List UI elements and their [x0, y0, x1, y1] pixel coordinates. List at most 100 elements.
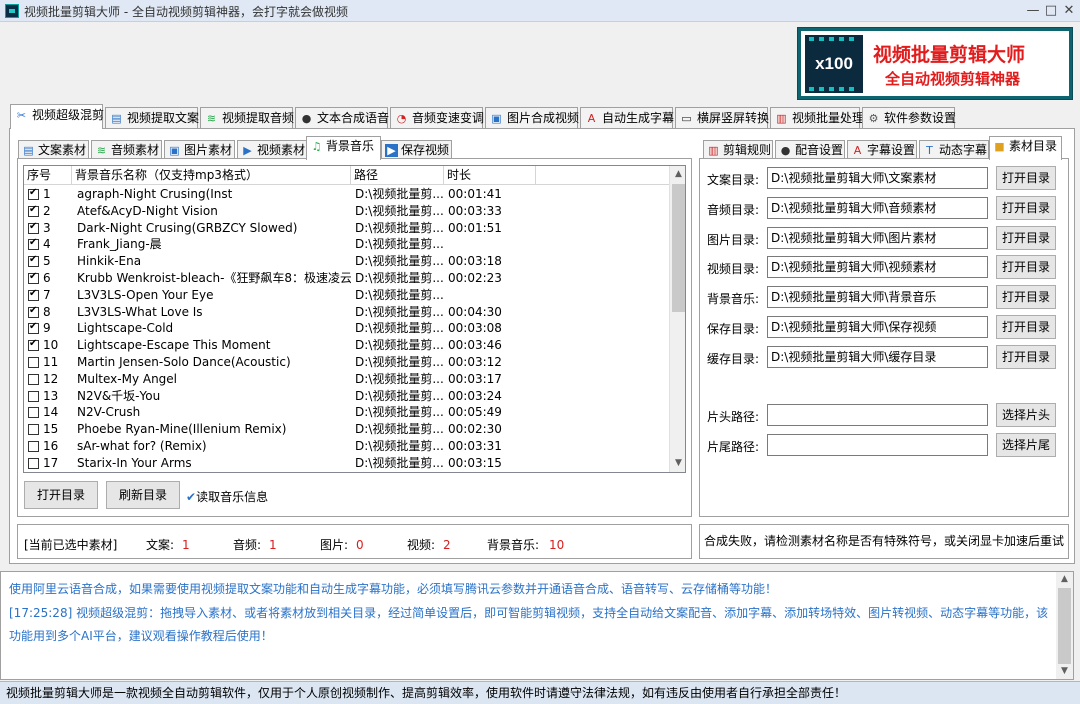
scroll-down-icon[interactable]: ▼	[1057, 664, 1072, 679]
subtab-subtitle-settings[interactable]: A 字幕设置	[847, 140, 917, 159]
table-row[interactable]: 1 agraph-Night Crusing(Inst D:\视频批量剪... 00:…	[24, 186, 669, 203]
row-checkbox[interactable]	[28, 187, 39, 200]
open-directory-button[interactable]: 打开目录	[996, 344, 1056, 369]
table-scrollbar[interactable]: ▲ ▼	[669, 166, 685, 472]
tab-orientation-convert[interactable]: ▭ 横屏竖屏转换	[675, 107, 769, 128]
log-output[interactable]: 使用阿里云语音合成，如果需要使用视频提取文案功能和自动生成字幕功能，必须填写腾讯…	[0, 571, 1074, 680]
log-scrollbar[interactable]: ▲ ▼	[1056, 572, 1073, 679]
minimize-button[interactable]: —	[1024, 2, 1042, 19]
row-checkbox[interactable]	[28, 338, 39, 352]
table-row[interactable]: 17 Starix-In Your Arms D:\视频批量剪... 00:03:15	[24, 455, 669, 472]
table-row[interactable]: 2 Atef&AcyD-Night Vision D:\视频批量剪... 00:03:…	[24, 203, 669, 220]
scroll-down-icon[interactable]: ▼	[671, 456, 685, 471]
open-directory-button[interactable]: 打开目录	[24, 481, 98, 509]
open-directory-button[interactable]: 打开目录	[996, 195, 1056, 220]
column-header-path[interactable]: 路径	[351, 166, 444, 185]
row-checkbox[interactable]	[28, 390, 39, 402]
select-outro-button[interactable]: 选择片尾	[996, 432, 1056, 457]
tab-images-to-video[interactable]: ▣ 图片合成视频	[485, 107, 579, 128]
column-header-name[interactable]: 背景音乐名称（仅支持mp3格式）	[72, 166, 351, 185]
column-header-duration[interactable]: 时长	[444, 166, 536, 185]
row-checkbox[interactable]	[28, 321, 39, 335]
subtab-background-music[interactable]: ♫ 背景音乐	[306, 136, 381, 160]
directory-field[interactable]: D:\视频批量剪辑大师\音频素材	[767, 196, 988, 219]
table-row[interactable]: 9 Lightscape-Cold D:\视频批量剪... 00:03:08	[24, 320, 669, 337]
scissors-icon: ✂	[16, 109, 27, 122]
row-checkbox[interactable]	[28, 424, 39, 436]
subtab-edit-rules[interactable]: ▥ 剪辑规则	[703, 140, 773, 159]
clip-path-field[interactable]	[767, 433, 988, 456]
tab-audio-speed-pitch[interactable]: ◔ 音频变速变调	[390, 107, 484, 128]
subtab-copy-material[interactable]: ▤ 文案素材	[18, 140, 89, 159]
save-icon: ▶	[385, 144, 398, 157]
directory-field[interactable]: D:\视频批量剪辑大师\视频素材	[767, 256, 988, 279]
row-checkbox[interactable]	[28, 441, 39, 452]
table-row[interactable]: 15 Phoebe Ryan-Mine(Illenium Remix) D:\视频批…	[24, 421, 669, 438]
image-icon: ▣	[169, 144, 180, 157]
table-row[interactable]: 3 Dark-Night Crusing(GRBZCY Slowed) D:\视频批…	[24, 220, 669, 237]
table-row[interactable]: 4 Frank_Jiang-晨 D:\视频批量剪...	[24, 236, 669, 253]
subtab-dubbing-settings[interactable]: ● 配音设置	[775, 140, 845, 159]
row-checkbox[interactable]	[28, 288, 39, 301]
audio-wave-icon: ≋	[96, 144, 107, 157]
music-table[interactable]: 序号 背景音乐名称（仅支持mp3格式） 路径 时长 1 agraph-Night …	[23, 165, 686, 473]
scroll-thumb[interactable]	[1058, 588, 1071, 664]
subtab-video-material[interactable]: ▶ 视频素材	[237, 140, 308, 159]
table-row[interactable]: 11 Martin Jensen-Solo Dance(Acoustic) D:\视…	[24, 354, 669, 371]
table-row[interactable]: 10 Lightscape-Escape This Moment D:\视频批量剪.…	[24, 337, 669, 354]
maximize-button[interactable]: □	[1042, 2, 1060, 19]
row-checkbox[interactable]	[28, 305, 39, 318]
directory-field[interactable]: D:\视频批量剪辑大师\缓存目录	[767, 345, 988, 368]
tab-software-settings[interactable]: ⚙ 软件参数设置	[862, 107, 956, 128]
banner-title: 视频批量剪辑大师	[873, 44, 1026, 66]
tab-extract-copy[interactable]: ▤ 视频提取文案	[105, 107, 199, 128]
open-directory-button[interactable]: 打开目录	[996, 166, 1056, 190]
tab-auto-subtitles[interactable]: A 自动生成字幕	[580, 107, 674, 128]
table-row[interactable]: 7 L3V3LS-Open Your Eye D:\视频批量剪...	[24, 287, 669, 304]
tab-video-super-mix[interactable]: ✂ 视频超级混剪	[10, 104, 104, 129]
scroll-up-icon[interactable]: ▲	[671, 167, 685, 182]
subtab-dynamic-subtitles[interactable]: T 动态字幕	[919, 140, 989, 159]
close-button[interactable]: ✕	[1060, 2, 1078, 19]
table-row[interactable]: 14 N2V-Crush D:\视频批量剪... 00:05:49	[24, 404, 669, 421]
tab-batch-process[interactable]: ▥ 视频批量处理	[770, 107, 864, 128]
row-checkbox[interactable]	[28, 254, 39, 268]
open-directory-button[interactable]: 打开目录	[996, 285, 1056, 310]
table-row[interactable]: 6 Krubb Wenkroist-bleach-《狂野飙车8：极速凌云... D:…	[24, 270, 669, 287]
tab-text-to-speech[interactable]: ● 文本合成语音	[295, 107, 389, 128]
row-checkbox[interactable]	[28, 357, 39, 368]
directory-field[interactable]: D:\视频批量剪辑大师\保存视频	[767, 316, 988, 338]
open-directory-button[interactable]: 打开目录	[996, 255, 1056, 280]
row-checkbox[interactable]	[28, 237, 39, 251]
table-row[interactable]: 8 L3V3LS-What Love Is D:\视频批量剪... 00:04:30	[24, 304, 669, 321]
select-intro-button[interactable]: 选择片头	[996, 403, 1056, 427]
directory-field[interactable]: D:\视频批量剪辑大师\文案素材	[767, 167, 988, 189]
scroll-up-icon[interactable]: ▲	[1057, 572, 1072, 587]
row-checkbox[interactable]	[28, 204, 39, 217]
table-row[interactable]: 5 Hinkik-Ena D:\视频批量剪... 00:03:18	[24, 253, 669, 270]
subtab-audio-material[interactable]: ≋ 音频素材	[91, 140, 162, 159]
subtab-image-material[interactable]: ▣ 图片素材	[164, 140, 235, 159]
scroll-thumb[interactable]	[672, 184, 685, 312]
tab-extract-audio[interactable]: ≋ 视频提取音频	[200, 107, 294, 128]
table-row[interactable]: 13 N2V&千坂-You D:\视频批量剪... 00:03:24	[24, 388, 669, 405]
open-directory-button[interactable]: 打开目录	[996, 315, 1056, 339]
clip-path-field[interactable]	[767, 404, 988, 426]
row-checkbox[interactable]	[28, 407, 39, 419]
open-directory-button[interactable]: 打开目录	[996, 225, 1056, 250]
table-row[interactable]: 16 sAr-what for? (Remix) D:\视频批量剪... 00:03:…	[24, 438, 669, 455]
column-header-index[interactable]: 序号	[24, 166, 72, 185]
subtab-material-directory[interactable]: ■ 素材目录	[989, 136, 1062, 160]
cell-path: D:\视频批量剪...	[355, 187, 443, 201]
row-checkbox[interactable]	[28, 457, 39, 469]
folder-icon: ■	[994, 140, 1005, 153]
directory-field[interactable]: D:\视频批量剪辑大师\图片素材	[767, 226, 988, 249]
row-checkbox[interactable]	[28, 221, 39, 234]
subtab-save-video[interactable]: ▶ 保存视频	[381, 140, 452, 159]
directory-field[interactable]: D:\视频批量剪辑大师\背景音乐	[767, 286, 988, 309]
row-checkbox[interactable]	[28, 271, 39, 284]
refresh-directory-button[interactable]: 刷新目录	[106, 481, 180, 509]
table-row[interactable]: 12 Multex-My Angel D:\视频批量剪... 00:03:17	[24, 371, 669, 388]
row-checkbox[interactable]	[28, 373, 39, 385]
read-music-info-checkbox[interactable]: ✔读取音乐信息	[186, 488, 268, 505]
